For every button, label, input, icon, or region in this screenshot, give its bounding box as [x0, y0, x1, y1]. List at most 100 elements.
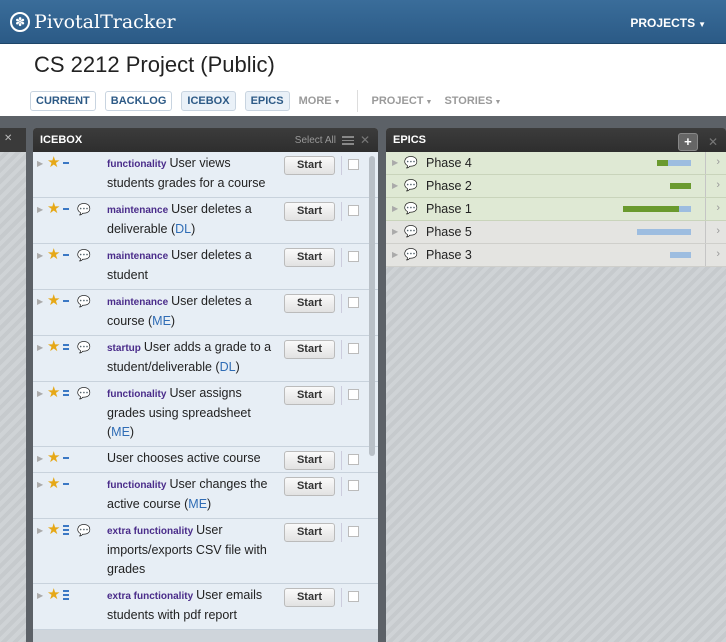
estimate-icon [63, 389, 77, 397]
bulk-edit-icon[interactable] [341, 135, 354, 145]
story-checkbox[interactable] [348, 343, 359, 354]
story-row[interactable]: ▶ ★ 💬 startup User adds a grade to a student… [33, 336, 378, 382]
star-icon[interactable]: ★ [47, 385, 63, 400]
chevron-right-icon[interactable]: › [716, 156, 720, 168]
story-checkbox[interactable] [348, 297, 359, 308]
tab-epics[interactable]: EPICS [244, 91, 290, 111]
more-menu[interactable]: MORE ▼ [299, 95, 341, 107]
chevron-right-icon[interactable]: › [716, 202, 720, 214]
epic-row[interactable]: ▶ 💬 Phase 1 › [386, 198, 726, 221]
start-button[interactable]: Start [284, 588, 335, 607]
close-icon[interactable]: ✕ [708, 135, 718, 149]
expand-triangle-icon[interactable]: ▶ [37, 251, 47, 260]
projects-menu[interactable]: PROJECTS ▼ [630, 16, 706, 30]
nav-divider [356, 90, 358, 112]
star-icon[interactable]: ★ [47, 339, 63, 354]
start-button[interactable]: Start [284, 523, 335, 542]
star-icon[interactable]: ★ [47, 247, 63, 262]
expand-triangle-icon[interactable]: ▶ [37, 454, 47, 463]
expand-triangle-icon[interactable]: ▶ [37, 389, 47, 398]
story-row[interactable]: ▶ ★ extra functionality User emails student… [33, 584, 378, 630]
expand-triangle-icon[interactable]: ▶ [392, 227, 402, 236]
expand-triangle-icon[interactable]: ▶ [37, 343, 47, 352]
story-checkbox[interactable] [348, 251, 359, 262]
stories-menu[interactable]: STORIES ▼ [444, 95, 501, 107]
star-icon[interactable]: ★ [47, 476, 63, 491]
chevron-right-icon[interactable]: › [716, 179, 720, 191]
start-button[interactable]: Start [284, 202, 335, 221]
expand-triangle-icon[interactable]: ▶ [37, 480, 47, 489]
app-logo[interactable]: ✽ PivotalTracker [10, 11, 176, 33]
story-label[interactable]: functionality [107, 480, 166, 491]
select-all-link[interactable]: Select All [295, 135, 336, 146]
tab-icebox[interactable]: ICEBOX [181, 91, 236, 111]
story-owner[interactable]: DL [220, 360, 236, 374]
scrollbar[interactable] [369, 156, 375, 456]
story-label[interactable]: maintenance [107, 297, 168, 308]
story-row[interactable]: ▶ ★ functionality User views students grade… [33, 152, 378, 198]
epic-row[interactable]: ▶ 💬 Phase 5 › [386, 221, 726, 244]
tab-backlog[interactable]: BACKLOG [104, 91, 173, 111]
collapsed-panel-header[interactable]: ✕ [0, 128, 26, 152]
story-label[interactable]: maintenance [107, 205, 168, 216]
story-checkbox[interactable] [348, 591, 359, 602]
tab-current[interactable]: CURRENT [30, 91, 96, 111]
start-button[interactable]: Start [284, 248, 335, 267]
story-row[interactable]: ▶ ★ 💬 maintenance User deletes a course (ME)… [33, 290, 378, 336]
expand-triangle-icon[interactable]: ▶ [392, 181, 402, 190]
story-row[interactable]: ▶ ★ 💬 extra functionality User imports/expor… [33, 519, 378, 584]
story-row[interactable]: ▶ ★ User chooses active course Start [33, 447, 378, 473]
story-label[interactable]: startup [107, 343, 141, 354]
star-icon[interactable]: ★ [47, 522, 63, 537]
project-menu[interactable]: PROJECT ▼ [372, 95, 433, 107]
story-label[interactable]: functionality [107, 389, 166, 400]
expand-triangle-icon[interactable]: ▶ [37, 159, 47, 168]
epic-row[interactable]: ▶ 💬 Phase 2 › [386, 175, 726, 198]
epic-row[interactable]: ▶ 💬 Phase 4 › [386, 152, 726, 175]
story-checkbox[interactable] [348, 526, 359, 537]
story-owner[interactable]: ME [188, 497, 207, 511]
story-checkbox[interactable] [348, 205, 359, 216]
story-checkbox[interactable] [348, 454, 359, 465]
start-button[interactable]: Start [284, 477, 335, 496]
story-row[interactable]: ▶ ★ 💬 functionality User assigns grades usin… [33, 382, 378, 447]
story-owner[interactable]: ME [152, 314, 171, 328]
start-button[interactable]: Start [284, 451, 335, 470]
expand-triangle-icon[interactable]: ▶ [392, 250, 402, 259]
story-owner[interactable]: DL [175, 222, 191, 236]
story-checkbox[interactable] [348, 389, 359, 400]
story-label[interactable]: extra functionality [107, 526, 193, 537]
story-owner[interactable]: ME [111, 425, 130, 439]
row-divider [705, 198, 706, 220]
story-checkbox[interactable] [348, 480, 359, 491]
start-button[interactable]: Start [284, 156, 335, 175]
star-icon[interactable]: ★ [47, 450, 63, 465]
story-checkbox[interactable] [348, 159, 359, 170]
epic-row[interactable]: ▶ 💬 Phase 3 › [386, 244, 726, 267]
add-epic-button[interactable]: + [677, 133, 698, 151]
start-button[interactable]: Start [284, 340, 335, 359]
chevron-right-icon[interactable]: › [716, 248, 720, 260]
story-label[interactable]: maintenance [107, 251, 168, 262]
star-icon[interactable]: ★ [47, 155, 63, 170]
close-icon: ✕ [4, 133, 13, 144]
story-row[interactable]: ▶ ★ 💬 maintenance User deletes a deliverable… [33, 198, 378, 244]
chevron-right-icon[interactable]: › [716, 225, 720, 237]
story-row[interactable]: ▶ ★ 💬 maintenance User deletes a student Star… [33, 244, 378, 290]
expand-triangle-icon[interactable]: ▶ [37, 526, 47, 535]
expand-triangle-icon[interactable]: ▶ [392, 158, 402, 167]
expand-triangle-icon[interactable]: ▶ [37, 591, 47, 600]
story-label[interactable]: functionality [107, 159, 166, 170]
expand-triangle-icon[interactable]: ▶ [37, 297, 47, 306]
story-row[interactable]: ▶ ★ functionality User changes the active c… [33, 473, 378, 519]
story-label[interactable]: extra functionality [107, 591, 193, 602]
start-button[interactable]: Start [284, 386, 335, 405]
expand-triangle-icon[interactable]: ▶ [37, 205, 47, 214]
star-icon[interactable]: ★ [47, 293, 63, 308]
start-button[interactable]: Start [284, 294, 335, 313]
star-icon[interactable]: ★ [47, 587, 63, 602]
icebox-header: ICEBOX Select All ✕ [33, 128, 378, 152]
expand-triangle-icon[interactable]: ▶ [392, 204, 402, 213]
star-icon[interactable]: ★ [47, 201, 63, 216]
close-icon[interactable]: ✕ [360, 133, 370, 147]
